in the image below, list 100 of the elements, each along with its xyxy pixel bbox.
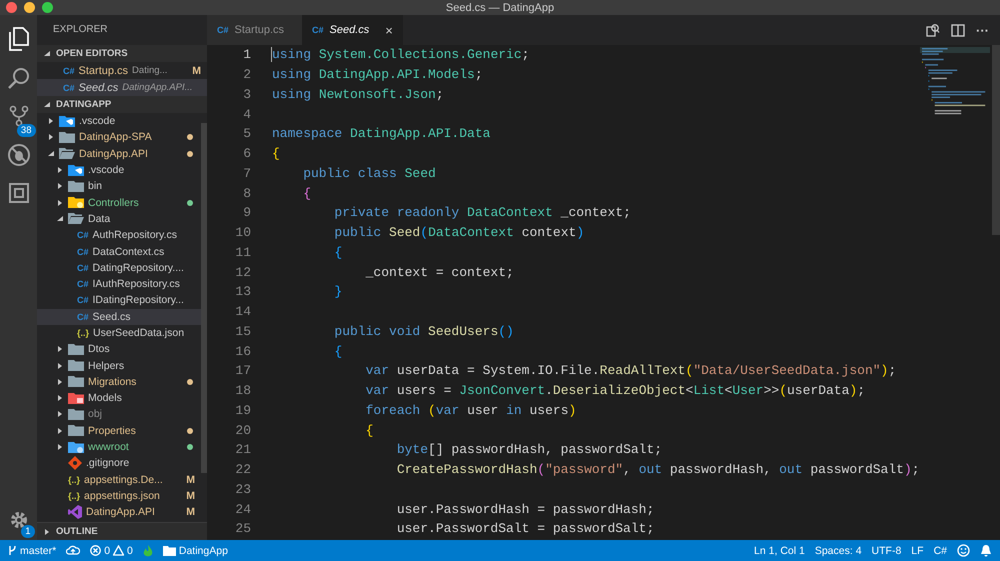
folder-name[interactable]: Dtos bbox=[88, 343, 110, 356]
folder-name[interactable]: DatingApp.API bbox=[79, 148, 148, 160]
file-name[interactable]: Seed.cs bbox=[78, 82, 118, 94]
editor-tab[interactable]: C# Startup.cs bbox=[207, 15, 302, 45]
line-number: 7 bbox=[242, 166, 252, 181]
git-icon bbox=[68, 456, 82, 470]
folder-icon bbox=[59, 114, 75, 128]
folder-name[interactable]: wwwroot bbox=[88, 441, 129, 454]
code-line: private readonly DataContext _context; bbox=[333, 205, 631, 220]
modified-label: M bbox=[186, 506, 196, 518]
folder-name[interactable]: .vscode bbox=[88, 164, 124, 176]
file-name[interactable]: Seed.cs bbox=[92, 310, 130, 323]
folder-name[interactable]: bin bbox=[88, 180, 102, 192]
line-number: 5 bbox=[242, 126, 252, 142]
line-number: 3 bbox=[242, 86, 252, 102]
folder-toggle[interactable] bbox=[56, 166, 64, 174]
folder-name[interactable]: Helpers bbox=[88, 360, 124, 372]
folder-toggle[interactable] bbox=[56, 182, 64, 190]
folder-icon bbox=[68, 212, 84, 226]
section-header[interactable]: OPEN EDITORS bbox=[37, 45, 207, 62]
folder-name[interactable]: Migrations bbox=[88, 376, 136, 388]
section-toggle[interactable] bbox=[43, 100, 51, 108]
line-number: 17 bbox=[234, 363, 252, 378]
folder-name[interactable]: .vscode bbox=[79, 115, 116, 128]
folder-toggle[interactable] bbox=[56, 410, 64, 418]
folder-toggle[interactable] bbox=[47, 133, 55, 142]
branch-indicator[interactable]: master* bbox=[8, 544, 56, 556]
file-name[interactable]: appsettings.json bbox=[84, 490, 160, 502]
line-number: 22 bbox=[234, 462, 252, 478]
line-number: 8 bbox=[242, 186, 252, 201]
status-item[interactable]: Ln 1, Col 1 bbox=[754, 544, 805, 556]
files-icon[interactable] bbox=[8, 27, 30, 51]
folder-name[interactable]: Models bbox=[88, 392, 122, 404]
smiley-icon[interactable] bbox=[957, 544, 970, 557]
file-name[interactable]: DataContext.cs bbox=[92, 246, 164, 258]
file-name[interactable]: AuthRepository.cs bbox=[92, 229, 177, 242]
line-number: 9 bbox=[242, 205, 252, 220]
code-line: { bbox=[272, 146, 280, 162]
folder-name[interactable]: Data bbox=[88, 212, 110, 225]
section-header[interactable]: OUTLINE bbox=[37, 522, 207, 540]
status-item[interactable]: C# bbox=[934, 544, 947, 556]
debug-icon[interactable] bbox=[6, 143, 30, 167]
section-toggle[interactable] bbox=[43, 50, 51, 58]
file-name[interactable]: .gitignore bbox=[86, 457, 130, 470]
file-name[interactable]: DatingRepository.... bbox=[92, 262, 184, 274]
sync-icon[interactable] bbox=[66, 545, 80, 556]
folder-name[interactable]: Controllers bbox=[88, 196, 139, 209]
extensions-icon[interactable] bbox=[8, 183, 28, 203]
split-editor-icon[interactable] bbox=[951, 24, 965, 36]
source-control-icon[interactable] bbox=[8, 105, 30, 127]
code-line: byte[] passwordHash, passwordSalt; bbox=[396, 442, 662, 458]
folder-toggle[interactable] bbox=[56, 198, 64, 207]
search-icon[interactable] bbox=[8, 67, 30, 89]
close-window-button[interactable] bbox=[6, 2, 17, 13]
file-name[interactable]: Startup.cs bbox=[78, 64, 128, 76]
section-toggle[interactable] bbox=[43, 528, 51, 536]
problems-indicator[interactable]: 0 0 bbox=[90, 544, 133, 556]
file-name[interactable]: appsettings.De... bbox=[84, 474, 163, 486]
folder-name[interactable]: obj bbox=[88, 408, 102, 420]
line-number: 25 bbox=[234, 521, 252, 536]
editor-tab[interactable]: C# Seed.cs × bbox=[302, 15, 403, 45]
scrollbar[interactable] bbox=[992, 45, 1000, 235]
file-name[interactable]: DatingApp.API bbox=[86, 506, 155, 518]
folder-toggle[interactable] bbox=[47, 150, 55, 158]
folder-name[interactable]: DatingApp-SPA bbox=[79, 131, 152, 144]
folder-toggle[interactable] bbox=[56, 378, 64, 386]
folder-toggle[interactable] bbox=[56, 345, 64, 354]
folder-toggle[interactable] bbox=[56, 443, 64, 452]
line-number: 1 bbox=[242, 47, 252, 62]
csharp-file-icon: C# bbox=[77, 262, 89, 273]
section-header[interactable]: DATINGAPP bbox=[37, 96, 207, 113]
folder-name[interactable]: Properties bbox=[88, 424, 136, 437]
line-number: 12 bbox=[234, 264, 252, 280]
line-number: 18 bbox=[234, 383, 252, 398]
status-item[interactable]: UTF-8 bbox=[872, 544, 902, 556]
line-number: 6 bbox=[242, 146, 252, 162]
minimize-window-button[interactable] bbox=[24, 2, 35, 13]
folder-icon bbox=[68, 440, 84, 454]
maximize-window-button[interactable] bbox=[42, 2, 53, 13]
more-actions-button[interactable]: ··· bbox=[976, 22, 989, 38]
file-name[interactable]: UserSeedData.json bbox=[93, 327, 184, 339]
folder-icon bbox=[59, 147, 75, 160]
file-name[interactable]: IAuthRepository.cs bbox=[92, 278, 180, 290]
file-name[interactable]: IDatingRepository... bbox=[92, 294, 184, 306]
status-item[interactable]: Spaces: 4 bbox=[814, 544, 862, 556]
scrollbar[interactable] bbox=[201, 123, 207, 473]
sidebar-title: EXPLORER bbox=[52, 23, 108, 37]
status-item[interactable]: LF bbox=[911, 544, 924, 556]
folder-toggle[interactable] bbox=[56, 214, 64, 223]
bell-icon[interactable] bbox=[980, 544, 992, 557]
code-line: { bbox=[333, 244, 342, 260]
code-line: using System.Collections.Generic; bbox=[272, 47, 530, 62]
folder-toggle[interactable] bbox=[56, 362, 64, 370]
open-changes-icon[interactable] bbox=[926, 23, 940, 37]
folder-toggle[interactable] bbox=[47, 117, 55, 126]
close-tab-button[interactable]: × bbox=[385, 22, 393, 38]
folder-icon bbox=[59, 130, 75, 144]
folder-toggle[interactable] bbox=[56, 426, 64, 435]
folder-indicator[interactable]: DatingApp bbox=[162, 544, 228, 556]
folder-toggle[interactable] bbox=[56, 394, 64, 402]
